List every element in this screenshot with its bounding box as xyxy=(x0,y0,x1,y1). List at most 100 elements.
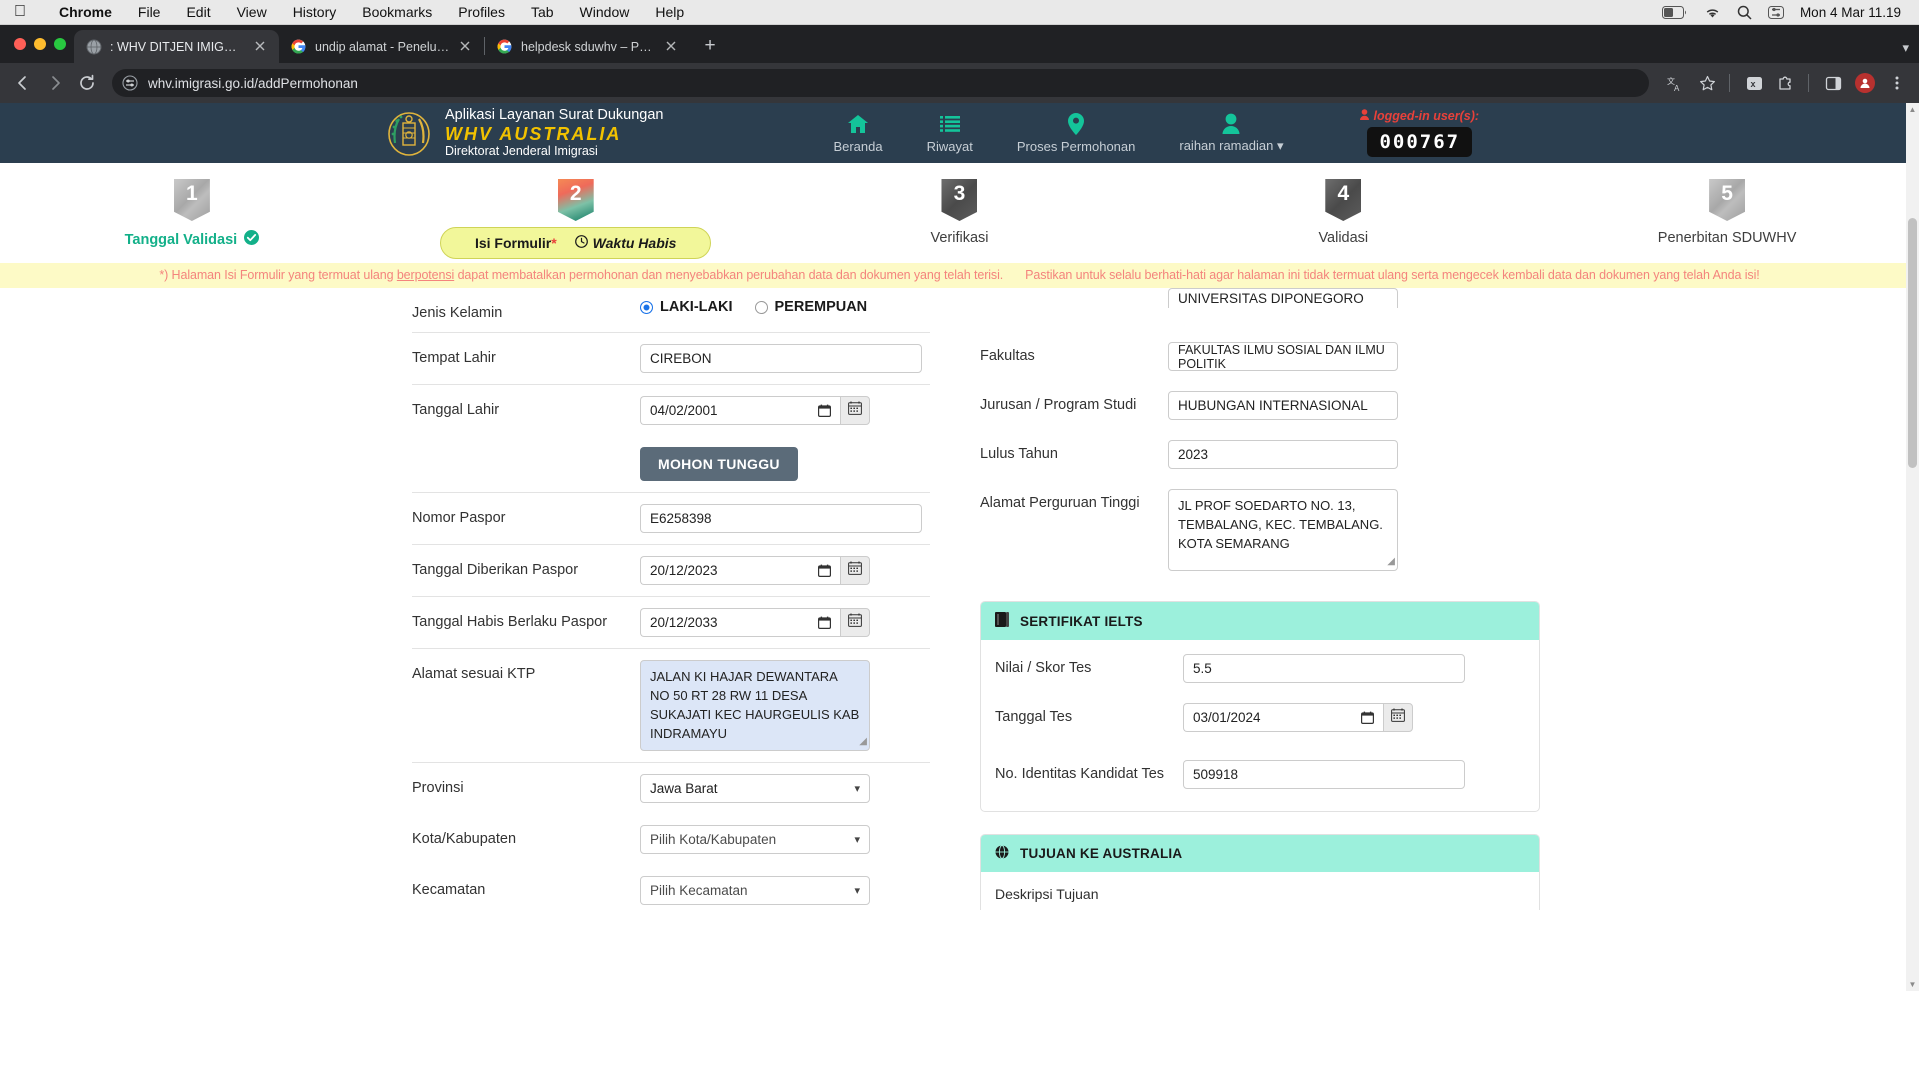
menu-help[interactable]: Help xyxy=(642,4,697,20)
menu-chrome[interactable]: Chrome xyxy=(46,4,125,20)
scroll-down-arrow-icon[interactable]: ▼ xyxy=(1908,980,1917,989)
battery-icon[interactable] xyxy=(1661,5,1688,19)
lulus-tahun-input[interactable]: 2023 xyxy=(1168,440,1398,469)
address-bar[interactable]: whv.imigrasi.go.id/addPermohonan xyxy=(112,69,1649,97)
translate-icon[interactable]: 文A xyxy=(1661,69,1689,97)
field-label: Tempat Lahir xyxy=(412,350,496,366)
tanggal-tes-input[interactable]: 03/01/2024 xyxy=(1183,703,1383,732)
minimize-window-button[interactable] xyxy=(34,38,46,50)
tanggal-diberikan-datefield[interactable]: 20/12/2023 xyxy=(640,556,870,585)
page-scrollbar[interactable]: ▲ ▼ xyxy=(1906,103,1919,991)
date-picker-icon[interactable] xyxy=(818,404,831,417)
menu-window[interactable]: Window xyxy=(567,4,643,20)
extension-blocked-icon[interactable]: x xyxy=(1740,69,1768,97)
close-icon[interactable] xyxy=(253,39,269,55)
nomor-paspor-input[interactable]: E6258398 xyxy=(640,504,922,533)
nav-item-user-menu[interactable]: raihan ramadian ▾ xyxy=(1157,112,1305,154)
step-5[interactable]: 5 Penerbitan SDUWHV xyxy=(1535,179,1919,259)
wifi-icon[interactable] xyxy=(1704,6,1721,19)
menu-edit[interactable]: Edit xyxy=(173,4,223,20)
kecamatan-select[interactable]: Pilih Kecamatan ▾ xyxy=(640,876,870,906)
date-picker-icon[interactable] xyxy=(1361,711,1374,724)
imigrasi-crest-icon xyxy=(385,109,433,157)
date-picker-icon[interactable] xyxy=(818,564,831,577)
profile-avatar[interactable] xyxy=(1851,69,1879,97)
field-label: No. Identitas Kandidat Tes xyxy=(995,766,1165,782)
browser-tab-active[interactable]: : WHV DITJEN IMIGRASI : xyxy=(74,30,279,63)
universitas-input[interactable]: UNIVERSITAS DIPONEGORO xyxy=(1168,288,1398,308)
menu-profiles[interactable]: Profiles xyxy=(445,4,518,20)
tanggal-habis-input[interactable]: 20/12/2033 xyxy=(640,608,840,637)
tanggal-lahir-input[interactable]: 04/02/2001 xyxy=(640,396,840,425)
puzzle-icon[interactable] xyxy=(1772,69,1800,97)
provinsi-select[interactable]: Jawa Barat ▾ xyxy=(640,774,870,804)
select-value: Pilih Kecamatan xyxy=(650,883,748,899)
calendar-button[interactable] xyxy=(840,396,870,425)
side-panel-icon[interactable] xyxy=(1819,69,1847,97)
alamat-pt-textarea[interactable]: JL PROF SOEDARTO NO. 13, TEMBALANG, KEC.… xyxy=(1168,489,1398,571)
close-window-button[interactable] xyxy=(14,38,26,50)
resize-grip-icon[interactable]: ◢ xyxy=(859,735,867,750)
fakultas-input[interactable]: FAKULTAS ILMU SOSIAL DAN ILMU POLITIK xyxy=(1168,342,1398,371)
close-icon[interactable] xyxy=(458,39,474,55)
calendar-button[interactable] xyxy=(1383,703,1413,732)
browser-tab-2[interactable]: undip alamat - Penelusuran G xyxy=(279,30,484,63)
step-3[interactable]: 3 Verifikasi xyxy=(768,179,1152,259)
date-picker-icon[interactable] xyxy=(818,616,831,629)
control-center-icon[interactable] xyxy=(1767,5,1784,19)
browser-tab-3[interactable]: helpdesk sduwhv – Penelusur xyxy=(485,30,690,63)
nilai-skor-input[interactable]: 5.5 xyxy=(1183,654,1465,683)
tanggal-habis-datefield[interactable]: 20/12/2033 xyxy=(640,608,870,637)
new-tab-button[interactable]: + xyxy=(696,32,724,60)
nav-item-proses-permohonan[interactable]: Proses Permohonan xyxy=(995,112,1158,154)
browser-tab-strip: : WHV DITJEN IMIGRASI : undip alamat - P… xyxy=(0,25,1919,63)
menu-view[interactable]: View xyxy=(224,4,280,20)
field-tanggal-diberikan-paspor: Tanggal Diberikan Paspor 20/12/2023 xyxy=(412,544,930,596)
jurusan-input[interactable]: HUBUNGAN INTERNASIONAL xyxy=(1168,391,1398,420)
kota-kabupaten-select[interactable]: Pilih Kota/Kabupaten ▾ xyxy=(640,825,870,855)
step-1[interactable]: 1 Tanggal Validasi xyxy=(0,179,384,259)
menu-file[interactable]: File xyxy=(125,4,174,20)
tab-list-chevron-down-icon[interactable]: ▾ xyxy=(1902,40,1909,56)
reload-icon[interactable] xyxy=(72,68,102,98)
radio-perempuan[interactable]: PEREMPUAN xyxy=(754,299,867,315)
nav-item-beranda[interactable]: Beranda xyxy=(811,113,904,154)
mohon-tunggu-button[interactable]: MOHON TUNGGU xyxy=(640,447,798,481)
warning-underlined: berpotensi xyxy=(396,268,455,282)
user-icon xyxy=(1222,112,1240,134)
tempat-lahir-input[interactable]: CIREBON xyxy=(640,344,922,373)
back-arrow-icon[interactable] xyxy=(8,68,38,98)
kebab-menu-icon[interactable] xyxy=(1883,69,1911,97)
step-2-pill[interactable]: Isi Formulir* Waktu Habis xyxy=(439,227,712,259)
calendar-button[interactable] xyxy=(840,608,870,637)
menu-history[interactable]: History xyxy=(280,4,350,20)
scroll-up-arrow-icon[interactable]: ▲ xyxy=(1908,105,1917,114)
forward-arrow-icon[interactable] xyxy=(40,68,70,98)
resize-grip-icon[interactable]: ◢ xyxy=(1387,555,1395,570)
window-controls[interactable] xyxy=(8,25,74,63)
field-tempat-lahir: Tempat Lahir CIREBON xyxy=(412,332,930,384)
nav-item-riwayat[interactable]: Riwayat xyxy=(905,113,995,154)
alamat-ktp-textarea[interactable]: JALAN KI HAJAR DEWANTARA NO 50 RT 28 RW … xyxy=(640,660,870,752)
tanggal-diberikan-input[interactable]: 20/12/2023 xyxy=(640,556,840,585)
tune-icon[interactable] xyxy=(122,75,138,91)
star-icon[interactable] xyxy=(1693,69,1721,97)
radio-laki-laki[interactable]: LAKI-LAKI xyxy=(640,299,733,315)
field-label: Nilai / Skor Tes xyxy=(995,660,1092,676)
step-2[interactable]: 2 Isi Formulir* Waktu Habis xyxy=(384,179,768,259)
close-icon[interactable] xyxy=(664,39,680,55)
svg-text:A: A xyxy=(1674,84,1680,92)
tanggal-lahir-datefield[interactable]: 04/02/2001 xyxy=(640,396,870,425)
calendar-button[interactable] xyxy=(840,556,870,585)
spotlight-search-icon[interactable] xyxy=(1737,5,1752,20)
apple-logo-icon[interactable]:  xyxy=(14,4,26,20)
menu-bookmarks[interactable]: Bookmarks xyxy=(349,4,445,20)
tanggal-tes-datefield[interactable]: 03/01/2024 xyxy=(1183,703,1413,732)
menu-tab[interactable]: Tab xyxy=(518,4,567,20)
step-4[interactable]: 4 Validasi xyxy=(1151,179,1535,259)
browser-toolbar: whv.imigrasi.go.id/addPermohonan 文A x xyxy=(0,63,1919,103)
menu-clock[interactable]: Mon 4 Mar 11.19 xyxy=(1800,5,1901,20)
maximize-window-button[interactable] xyxy=(54,38,66,50)
no-identitas-input[interactable]: 509918 xyxy=(1183,760,1465,789)
scrollbar-thumb[interactable] xyxy=(1908,218,1917,468)
